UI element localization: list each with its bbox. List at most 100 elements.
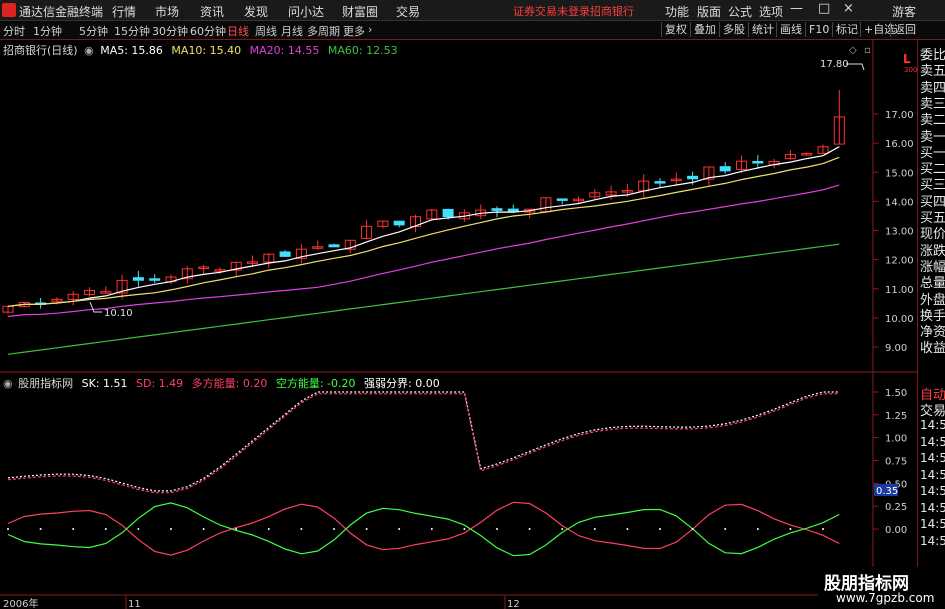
indicator-y-axis: 1.501.251.000.750.500.250.00 <box>873 388 907 536</box>
boundary-dot <box>365 528 368 530</box>
indicator-y-tick-label: 0.00 <box>885 525 907 536</box>
main-y-tick-label: 9.00 <box>885 343 907 354</box>
diamond-icon[interactable]: ◇ <box>849 45 857 56</box>
boundary-dot <box>659 528 661 530</box>
indicator-y-tick-label: 0.25 <box>885 502 907 513</box>
period-more[interactable]: 更多 <box>343 23 365 39</box>
boundary-dot <box>789 528 792 530</box>
menu-item-function[interactable]: 功能 <box>665 3 689 20</box>
boundary-dot <box>822 528 824 530</box>
minimize-icon[interactable]: — <box>790 1 803 16</box>
boundary-dot <box>398 528 401 530</box>
chart-canvas[interactable]: 17.00 16.00 15.00 14.00 13.00 12.00 11.00 10.00… <box>0 40 917 609</box>
menu-item-market2[interactable]: 市场 <box>155 3 179 20</box>
main-y-tick-label: 17.00 <box>885 110 914 121</box>
ma20-line <box>7 184 840 318</box>
x-label-2006: 2006年 <box>3 597 38 609</box>
ma10-line <box>7 156 840 307</box>
close-icon[interactable]: × <box>843 1 854 16</box>
candle-body <box>442 208 454 218</box>
boundary-dot <box>463 528 466 530</box>
period-5min[interactable]: 5分钟 <box>79 23 108 39</box>
menu-item-discover[interactable]: 发现 <box>244 3 268 20</box>
period-timeshare[interactable]: 分时 <box>3 23 25 39</box>
menu-item-layout[interactable]: 版面 <box>697 3 721 20</box>
quote-side-panel: 委比 卖五 卖四 卖三 卖二 卖一 买一 买二 买三 买四 买五 现价 涨跌 涨幅 总量 外盘 换手 净资 收益 自动… <box>917 40 945 609</box>
candlesticks <box>2 89 845 314</box>
menu-bar: 通达信金融终端 行情 市场 资讯 发现 问小达 财富圈 交易 证券交易未登录 招… <box>0 0 945 21</box>
watermark: 股朋指标网 www.7gpzb.com <box>818 567 945 609</box>
period-30min[interactable]: 30分钟 <box>152 23 188 39</box>
restore-rights-button[interactable]: 复权 <box>661 22 690 37</box>
main-y-tick-label: 15.00 <box>885 168 914 179</box>
boundary-dot <box>267 528 270 530</box>
price-annotations: 17.80 10.10 ◇ ▫ L 300 <box>89 45 917 319</box>
draw-line-button[interactable]: 画线 <box>776 22 805 37</box>
main-y-tick-label: 12.00 <box>885 256 914 267</box>
period-weekly[interactable]: 周线 <box>255 23 277 39</box>
main-y-tick-label: 16.00 <box>885 139 914 150</box>
period-60min[interactable]: 60分钟 <box>190 23 226 39</box>
boundary-dot <box>170 528 172 530</box>
period-daily[interactable]: 日线 <box>227 23 249 39</box>
stats-button[interactable]: 统计 <box>748 22 777 37</box>
trade-time: 14:56 <box>920 517 945 531</box>
boundary-dot <box>724 528 727 530</box>
overlay-button[interactable]: 叠加 <box>690 22 719 37</box>
boundary-dot <box>104 528 107 530</box>
trade-time: 14:56 <box>920 533 945 548</box>
boundary-dot <box>202 528 205 530</box>
candle-body <box>719 166 731 172</box>
settings-square-icon[interactable]: ▫ <box>864 45 871 56</box>
menu-item-news[interactable]: 资讯 <box>200 3 224 20</box>
boundary-dot <box>7 528 9 530</box>
multi-stock-button[interactable]: 多股 <box>719 22 748 37</box>
menu-item-wealth[interactable]: 财富圈 <box>342 3 378 20</box>
menu-item-market[interactable]: 行情 <box>112 3 136 20</box>
chevron-right-icon[interactable]: › <box>368 23 372 36</box>
indicator-y-tick-label: 1.25 <box>885 411 907 422</box>
period-monthly[interactable]: 月线 <box>281 23 303 39</box>
main-y-axis: 17.00 16.00 15.00 14.00 13.00 12.00 11.00 10.00… <box>873 110 914 354</box>
corner-sub-label: 300 <box>904 66 917 74</box>
menu-item-trade[interactable]: 交易 <box>396 3 420 20</box>
f10-button[interactable]: F10 <box>805 22 832 37</box>
candle-body <box>328 244 340 248</box>
indicator-y-tick-label: 0.75 <box>885 457 907 468</box>
trade-time: 14:56 <box>920 484 945 498</box>
main-y-tick-label: 13.00 <box>885 227 914 238</box>
back-button[interactable]: 返回 <box>890 22 919 37</box>
chart-frame <box>0 40 917 596</box>
menu-item-formula[interactable]: 公式 <box>728 3 752 20</box>
moving-average-lines <box>7 146 840 355</box>
menu-item-options[interactable]: 选项 <box>759 3 783 20</box>
period-multi[interactable]: 多周期 <box>307 23 340 39</box>
trade-label[interactable]: 交易 <box>920 400 945 419</box>
login-warning[interactable]: 证券交易未登录 <box>513 3 590 19</box>
candle-body <box>654 181 666 184</box>
x-axis: 2006年 11 12 <box>3 595 520 609</box>
trade-time: 14:56 <box>920 418 945 432</box>
guest-label[interactable]: 游客 <box>892 3 916 20</box>
boundary-dot <box>235 528 238 530</box>
trade-time: 14:56 <box>920 434 945 449</box>
trade-time: 14:56 <box>920 500 945 515</box>
boundary-dot <box>528 528 531 530</box>
maximize-icon[interactable]: □ <box>818 1 830 16</box>
x-label-12: 12 <box>507 599 520 609</box>
menu-item-ask[interactable]: 问小达 <box>288 3 324 20</box>
trade-time: 14:56 <box>920 467 945 482</box>
app-logo-icon <box>2 3 16 17</box>
period-15min[interactable]: 15分钟 <box>114 23 150 39</box>
boundary-dot <box>496 528 498 530</box>
candle-body <box>507 208 519 212</box>
main-y-tick-label: 10.00 <box>885 314 914 325</box>
boundary-dot <box>561 528 564 530</box>
indicator-marker-value: 0.35 <box>876 486 898 497</box>
candle-body <box>132 277 144 281</box>
period-1min[interactable]: 1分钟 <box>33 23 62 39</box>
quote-label: 收益 <box>920 341 945 357</box>
sk-line <box>7 391 840 492</box>
mark-button[interactable]: 标记 <box>832 22 861 37</box>
boundary-dot <box>39 528 42 530</box>
